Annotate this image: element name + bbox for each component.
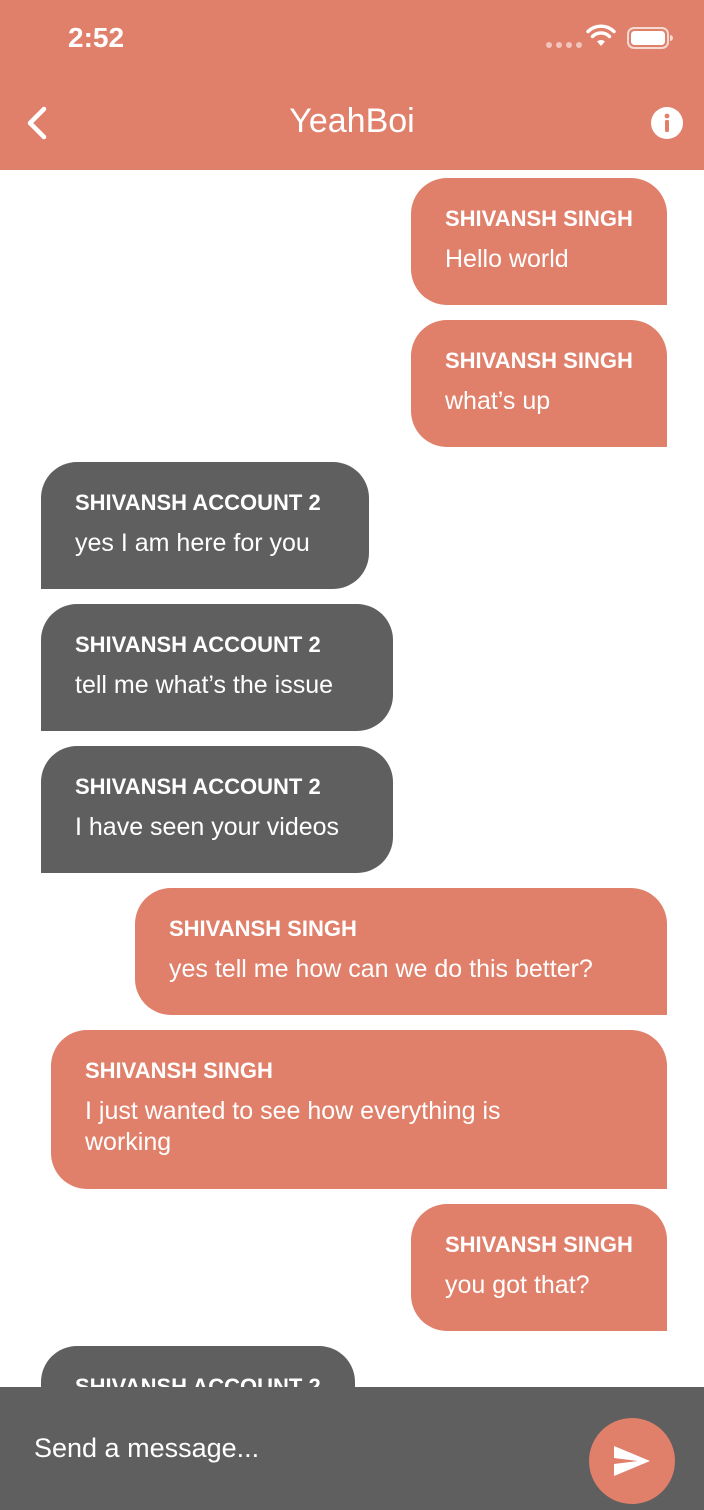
message-text: Hello world [445, 245, 569, 273]
message-sender: SHIVANSH SINGH [445, 1232, 633, 1257]
message-sender: SHIVANSH SINGH [445, 206, 633, 231]
message-sender: SHIVANSH ACCOUNT 2 [75, 490, 321, 515]
cellular-signal-icon [546, 42, 582, 48]
send-button[interactable] [589, 1418, 675, 1504]
message-composer [0, 1387, 704, 1510]
message-sender: SHIVANSH ACCOUNT 2 [75, 1374, 321, 1387]
message-sender: SHIVANSH ACCOUNT 2 [75, 774, 321, 799]
message-input[interactable] [34, 1423, 554, 1473]
app-header: 2:52 YeahBoi [0, 0, 704, 170]
message-text: what’s up [445, 387, 551, 415]
message-bubble: SHIVANSH ACCOUNT 2 yes I am here for you [41, 462, 369, 589]
message-list[interactable]: SHIVANSH SINGH Hello world SHIVANSH SING… [0, 170, 704, 1387]
message-text: tell me what’s the issue [75, 671, 333, 699]
message-bubble: SHIVANSH SINGH I just wanted to see how … [51, 1030, 667, 1189]
message-sender: SHIVANSH SINGH [445, 348, 633, 373]
message-text: yes tell me how can we do this better? [169, 955, 593, 983]
status-time: 2:52 [68, 22, 125, 53]
chat-title: YeahBoi [289, 102, 415, 140]
message-text: yes I am here for you [75, 529, 310, 557]
message-text: I have seen your videos [75, 813, 340, 841]
message-bubble: SHIVANSH ACCOUNT 2 [41, 1346, 355, 1387]
info-button[interactable] [650, 106, 684, 140]
message-bubble: SHIVANSH SINGH you got that? [411, 1204, 667, 1331]
wifi-icon [586, 24, 616, 46]
send-icon [614, 1446, 650, 1476]
message-bubble: SHIVANSH ACCOUNT 2 tell me what’s the is… [41, 604, 393, 731]
message-bubble: SHIVANSH ACCOUNT 2 I have seen your vide… [41, 746, 393, 873]
message-text: you got that? [445, 1271, 590, 1299]
message-bubble: SHIVANSH SINGH yes tell me how can we do… [135, 888, 667, 1015]
message-bubble: SHIVANSH SINGH Hello world [411, 178, 667, 305]
message-bubble: SHIVANSH SINGH what’s up [411, 320, 667, 447]
message-sender: SHIVANSH SINGH [169, 916, 357, 941]
message-sender: SHIVANSH SINGH [85, 1058, 273, 1083]
message-text: I just wanted to see how everything is w… [85, 1097, 501, 1156]
battery-icon [627, 27, 673, 49]
message-sender: SHIVANSH ACCOUNT 2 [75, 632, 321, 657]
